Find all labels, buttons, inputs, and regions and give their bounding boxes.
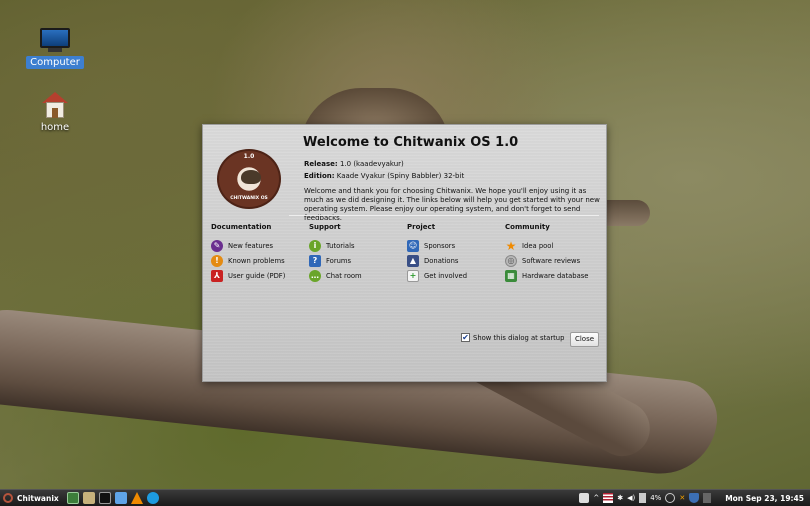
hardware-icon: ▦ xyxy=(505,269,517,282)
column-heading: Community xyxy=(505,223,550,231)
system-tray: ^ ✱ ◀) 4% ✕ Mon Sep 23, 19:45 xyxy=(577,493,810,503)
dialog-title: Welcome to Chitwanix OS 1.0 xyxy=(303,135,519,150)
plus-icon: + xyxy=(407,269,419,282)
link-label: Idea pool xyxy=(522,241,554,250)
link-label: Hardware database xyxy=(522,271,589,280)
new-features-icon: ✎ xyxy=(211,239,223,252)
link-donations[interactable]: ▲ Donations xyxy=(407,253,503,268)
start-menu-button[interactable]: Chitwanix xyxy=(0,493,65,503)
show-desktop-icon[interactable] xyxy=(703,493,712,503)
column-project: Project ☺ Sponsors ▲ Donations + Get inv… xyxy=(407,223,503,283)
link-new-features[interactable]: ✎ New features xyxy=(211,238,307,253)
terminal-icon[interactable] xyxy=(66,492,79,504)
chitwanix-menu-icon xyxy=(3,493,13,503)
clock[interactable]: Mon Sep 23, 19:45 xyxy=(713,494,810,503)
link-label: Known problems xyxy=(228,256,285,265)
donation-icon: ▲ xyxy=(407,254,419,267)
show-at-startup-checkbox[interactable]: ✔ xyxy=(461,333,470,342)
battery-icon[interactable] xyxy=(639,493,647,503)
link-get-involved[interactable]: + Get involved xyxy=(407,268,503,283)
link-forums[interactable]: ? Forums xyxy=(309,253,405,268)
link-sponsors[interactable]: ☺ Sponsors xyxy=(407,238,503,253)
link-label: Chat room xyxy=(326,271,362,280)
desktop-icon-home[interactable]: home xyxy=(25,92,85,134)
computer-icon xyxy=(40,28,70,54)
wallpaper-bird-tail xyxy=(606,200,650,226)
link-label: Donations xyxy=(424,256,459,265)
link-known-problems[interactable]: ! Known problems xyxy=(211,253,307,268)
info-icon: i xyxy=(309,239,321,252)
shield-icon[interactable] xyxy=(689,493,700,503)
help-icon: ? xyxy=(309,254,321,267)
link-idea-pool[interactable]: ★ Idea pool xyxy=(505,238,601,253)
column-heading: Support xyxy=(309,223,341,231)
release-info: Release: 1.0 (kaadevyakur) Edition: Kaad… xyxy=(304,158,464,182)
battery-percent: 4% xyxy=(650,494,662,502)
close-button[interactable]: Close xyxy=(570,332,599,347)
warning-icon: ! xyxy=(211,254,223,267)
show-at-startup-label: Show this dialog at startup xyxy=(473,333,565,342)
link-label: Forums xyxy=(326,256,352,265)
volume-icon[interactable]: ◀) xyxy=(627,494,635,502)
release-label: Release: xyxy=(304,160,338,168)
column-community: Community ★ Idea pool ◎ Software reviews… xyxy=(505,223,601,283)
column-documentation: Documentation ✎ New features ! Known pro… xyxy=(211,223,307,283)
edition-label: Edition: xyxy=(304,172,335,180)
link-user-guide[interactable]: ⅄ User guide (PDF) xyxy=(211,268,307,283)
link-chat-room[interactable]: … Chat room xyxy=(309,268,405,283)
intro-text: Welcome and thank you for choosing Chitw… xyxy=(304,187,600,222)
show-at-startup-toggle[interactable]: ✔ Show this dialog at startup xyxy=(461,333,564,342)
network-icon[interactable] xyxy=(665,493,676,503)
release-value: 1.0 (kaadevyakur) xyxy=(339,160,404,168)
pdf-icon: ⅄ xyxy=(211,269,223,282)
console-icon[interactable] xyxy=(98,492,111,504)
logo-version: 1.0 xyxy=(243,153,255,160)
link-tutorials[interactable]: i Tutorials xyxy=(309,238,405,253)
desktop-icon-computer[interactable]: Computer xyxy=(25,28,85,69)
column-heading: Project xyxy=(407,223,436,231)
welcome-dialog: 1.0 CHITWANIX OS Welcome to Chitwanix OS… xyxy=(202,124,607,382)
divider xyxy=(289,215,599,216)
logo-bird-icon xyxy=(241,170,261,184)
link-label: Tutorials xyxy=(326,241,355,250)
desktop-icon-label: Computer xyxy=(26,56,84,69)
notifications-icon[interactable] xyxy=(579,493,590,503)
logo-name: CHITWANIX OS xyxy=(230,196,268,201)
start-menu-label: Chitwanix xyxy=(17,493,59,503)
link-label: Software reviews xyxy=(522,256,581,265)
link-hardware-database[interactable]: ▦ Hardware database xyxy=(505,268,601,283)
link-software-reviews[interactable]: ◎ Software reviews xyxy=(505,253,601,268)
chat-icon: … xyxy=(309,269,321,282)
skype-icon[interactable] xyxy=(146,492,159,504)
chitwanix-logo: 1.0 CHITWANIX OS xyxy=(217,149,281,209)
taskbar: Chitwanix ^ ✱ ◀) 4% ✕ Mon Sep 23, 19:45 xyxy=(0,489,810,506)
link-label: Get involved xyxy=(424,271,468,280)
vlc-icon[interactable] xyxy=(130,492,143,504)
desktop-icon-label: home xyxy=(40,122,70,133)
reviews-icon: ◎ xyxy=(505,254,517,267)
tray-expand-icon[interactable]: ^ xyxy=(593,494,599,502)
star-icon: ★ xyxy=(505,238,517,253)
column-support: Support i Tutorials ? Forums … Chat room xyxy=(309,223,405,283)
files-icon[interactable] xyxy=(114,492,127,504)
link-label: Sponsors xyxy=(424,241,456,250)
column-heading: Documentation xyxy=(211,223,272,231)
home-folder-icon xyxy=(42,92,68,118)
bluetooth-icon[interactable]: ✱ xyxy=(617,494,623,502)
link-label: New features xyxy=(228,241,274,250)
edition-value: Kaade Vyakur (Spiny Babbler) 32-bit xyxy=(336,172,465,180)
settings-icon[interactable] xyxy=(82,492,95,504)
keyboard-layout-flag-icon[interactable] xyxy=(603,493,614,503)
sponsor-icon: ☺ xyxy=(407,239,419,252)
link-label: User guide (PDF) xyxy=(228,271,286,280)
tools-icon[interactable]: ✕ xyxy=(679,494,685,502)
